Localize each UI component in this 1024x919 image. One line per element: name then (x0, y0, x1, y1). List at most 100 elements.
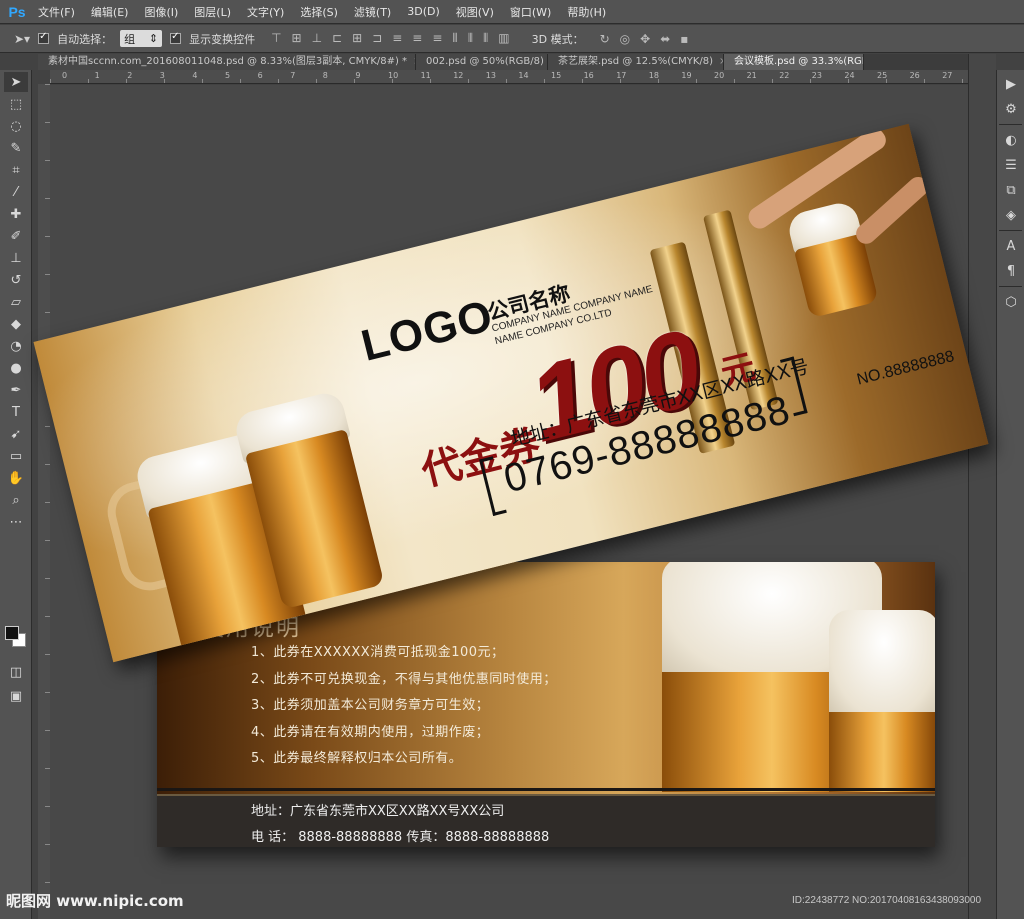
screen-mode-icon[interactable]: ▣ (4, 686, 28, 706)
menu-window[interactable]: 窗口(W) (502, 4, 559, 20)
tab-document-4[interactable]: 会议模板.psd @ 33.3%(RGB (724, 54, 864, 70)
tab-document-2[interactable]: 002.psd @ 50%(RGB/8)× (416, 54, 548, 70)
paint-bucket-tool-icon[interactable]: ◆ (4, 314, 28, 334)
distribute-center-icon[interactable]: ⦀ (468, 31, 473, 46)
properties-panel-icon[interactable]: ☰ (1000, 154, 1022, 176)
path-select-tool-icon[interactable]: ➹ (4, 424, 28, 444)
auto-select-dropdown[interactable]: 组 ⇕ (120, 30, 163, 47)
clone-stamp-tool-icon[interactable]: ⊥ (4, 248, 28, 268)
eraser-tool-icon[interactable]: ▱ (4, 292, 28, 312)
menu-edit[interactable]: 编辑(E) (83, 4, 137, 20)
horizontal-ruler[interactable] (50, 70, 968, 84)
type-tool-icon[interactable]: T (4, 402, 28, 422)
ruler-tick-label: 12 (453, 71, 464, 80)
pen-tool-icon[interactable]: ✒ (4, 380, 28, 400)
adjustments-panel-icon[interactable]: ◐ (1000, 129, 1022, 151)
marquee-tool-icon[interactable]: ⬚ (4, 94, 28, 114)
brush-tool-icon[interactable]: ✐ (4, 226, 28, 246)
history-brush-tool-icon[interactable]: ↺ (4, 270, 28, 290)
align-center-icon[interactable]: ⊞ (352, 31, 362, 46)
lasso-tool-icon[interactable]: ◌ (4, 116, 28, 136)
hand-tool-icon[interactable]: ✋ (4, 468, 28, 488)
menu-bar: Ps 文件(F) 编辑(E) 图像(I) 图层(L) 文字(Y) 选择(S) 滤… (0, 0, 1024, 24)
show-transform-label: 显示变换控件 (189, 32, 256, 46)
3d-rotate-icon[interactable]: ↻ (600, 32, 610, 46)
quick-select-tool-icon[interactable]: ✎ (4, 138, 28, 158)
menu-file[interactable]: 文件(F) (30, 4, 83, 20)
menu-select[interactable]: 选择(S) (292, 4, 346, 20)
crop-tool-icon[interactable]: ⌗ (4, 160, 28, 180)
quick-mask-icon[interactable]: ◫ (4, 662, 28, 682)
list-item: 4、此券请在有效期内使用，过期作废； (251, 724, 490, 740)
3d-roll-icon[interactable]: ◎ (620, 32, 630, 46)
healing-brush-tool-icon[interactable]: ✚ (4, 204, 28, 224)
align-top-icon[interactable]: ⊤ (271, 31, 281, 46)
distribute-left-icon[interactable]: ⦀ (452, 31, 457, 46)
distribute-right-icon[interactable]: ⦀ (483, 31, 488, 46)
ruler-tick-label: 11 (420, 71, 431, 80)
eyedropper-tool-icon[interactable]: ⁄ (4, 182, 28, 202)
menu-3d[interactable]: 3D(D) (399, 5, 448, 18)
menu-filter[interactable]: 滤镜(T) (346, 4, 399, 20)
ruler-tick-label: 22 (779, 71, 790, 80)
foreground-color-swatch[interactable] (5, 626, 19, 640)
shape-tool-icon[interactable]: ▭ (4, 446, 28, 466)
vertical-ruler[interactable] (38, 84, 50, 919)
dodge-tool-icon[interactable]: ● (4, 358, 28, 378)
ruler-tick-label: 16 (583, 71, 594, 80)
tab-document-1[interactable]: 素材中国sccnn.com_201608011048.psd @ 8.33%(图… (38, 54, 416, 70)
beer-foam-image (829, 610, 935, 718)
menu-type[interactable]: 文字(Y) (239, 4, 292, 20)
align-left-icon[interactable]: ⊏ (332, 31, 342, 46)
3d-pan-icon[interactable]: ✥ (640, 32, 650, 46)
history-panel-icon[interactable]: ▶ (1000, 73, 1022, 95)
ruler-tick-label: 5 (225, 71, 231, 80)
align-middle-icon[interactable]: ⊞ (292, 31, 302, 46)
auto-select-checkbox[interactable] (38, 31, 50, 44)
beer-glass-image (829, 712, 935, 792)
blur-tool-icon[interactable]: ◔ (4, 336, 28, 356)
tab-label: 素材中国sccnn.com_201608011048.psd @ 8.33%(图… (48, 56, 408, 67)
align-buttons: ⊤ ⊞ ⊥ ⊏ ⊞ ⊐ ≡ ≡ ≡ ⦀ ⦀ ⦀ ▥ (271, 31, 510, 46)
align-bottom-icon[interactable]: ⊥ (312, 31, 322, 46)
3d-slide-icon[interactable]: ⬌ (660, 32, 670, 46)
back-address: 地址：广东省东莞市XX区XX路XX号XX公司 (251, 804, 505, 819)
list-item: 5、此券最终解释权归本公司所有。 (251, 751, 463, 766)
menu-image[interactable]: 图像(I) (136, 4, 186, 20)
usage-rules: 1、此券在XXXXXX消费可抵现金100元； 2、此券不可兑换现金，不得与其他优… (251, 640, 557, 773)
ruler-tick-label: 3 (159, 71, 165, 80)
ruler-tick-label: 19 (681, 71, 692, 80)
3d-mode-buttons: ↻ ◎ ✥ ⬌ ▪ (600, 32, 689, 46)
ruler-tick-label: 15 (551, 71, 562, 80)
ruler-tick-label: 6 (257, 71, 263, 80)
actions-panel-icon[interactable]: ⚙ (1000, 98, 1022, 120)
more-tools-icon[interactable]: ⋯ (4, 512, 28, 532)
tab-label: 会议模板.psd @ 33.3%(RGB (734, 56, 864, 67)
move-tool-icon[interactable]: ➤ (4, 72, 28, 92)
zoom-tool-icon[interactable]: ⌕ (4, 490, 28, 510)
menu-layer[interactable]: 图层(L) (186, 4, 239, 20)
serial-number: NO.88888888 (855, 348, 956, 389)
tab-label: 002.psd @ 50%(RGB/8) (426, 56, 544, 67)
3d-scale-icon[interactable]: ▪ (680, 32, 688, 46)
paragraph-panel-icon[interactable]: ¶ (1000, 260, 1022, 282)
channels-panel-icon[interactable]: ⧉ (1000, 179, 1022, 201)
tab-document-3[interactable]: 茶艺展架.psd @ 12.5%(CMYK/8)× (548, 54, 724, 70)
menu-view[interactable]: 视图(V) (448, 4, 502, 20)
distribute-bottom-icon[interactable]: ≡ (432, 31, 442, 46)
show-transform-checkbox[interactable] (170, 31, 182, 44)
move-tool-icon[interactable]: ➤▾ (14, 32, 30, 46)
panel-divider (999, 124, 1022, 125)
ruler-tick-label: 13 (485, 71, 496, 80)
ruler-tick-label: 26 (909, 71, 920, 80)
distribute-top-icon[interactable]: ≡ (392, 31, 402, 46)
3d-panel-icon[interactable]: ⬡ (1000, 291, 1022, 313)
photoshop-logo-icon: Ps (8, 3, 26, 20)
auto-align-icon[interactable]: ▥ (498, 31, 509, 46)
character-panel-icon[interactable]: A (1000, 235, 1022, 257)
align-right-icon[interactable]: ⊐ (372, 31, 382, 46)
layers-panel-icon[interactable]: ◈ (1000, 204, 1022, 226)
distribute-middle-icon[interactable]: ≡ (412, 31, 422, 46)
menu-help[interactable]: 帮助(H) (559, 4, 614, 20)
ruler-tick-label: 4 (192, 71, 198, 80)
